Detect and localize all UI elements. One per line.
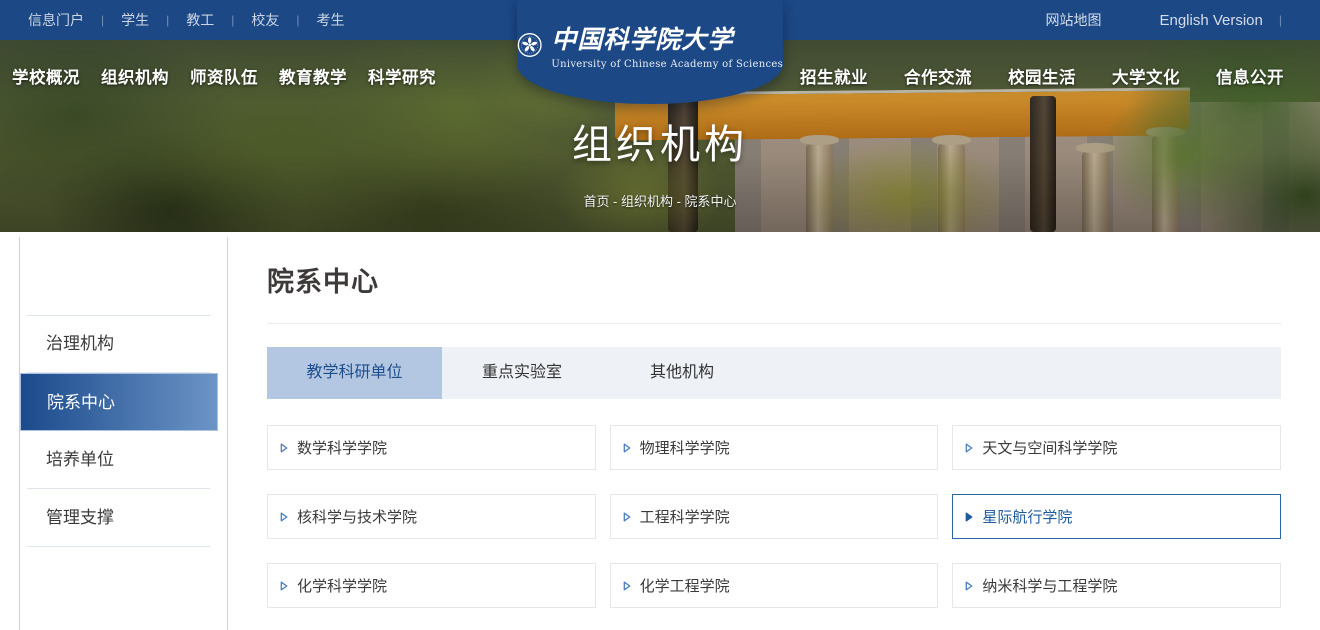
nav-item-left-4[interactable]: 教育教学 bbox=[279, 64, 347, 88]
topbar-link-4[interactable]: 校友 bbox=[251, 10, 279, 30]
dept-card-label: 核科学与技术学院 bbox=[297, 506, 417, 527]
sidebar-item-2[interactable]: 院系中心 bbox=[20, 373, 218, 431]
triangle-arrow-icon bbox=[965, 443, 973, 453]
hero-title: 组织机构 bbox=[0, 112, 1320, 170]
sidebar-divider-line bbox=[227, 237, 228, 630]
sidebar-item-3[interactable]: 培养单位 bbox=[20, 431, 218, 489]
triangle-arrow-icon bbox=[965, 581, 973, 591]
dept-card-8[interactable]: 化学工程学院 bbox=[610, 563, 939, 608]
dept-card-6-selected[interactable]: 星际航行学院 bbox=[952, 494, 1281, 539]
dept-card-4[interactable]: 核科学与技术学院 bbox=[267, 494, 596, 539]
dept-card-label: 化学科学学院 bbox=[297, 575, 387, 596]
dept-card-2[interactable]: 物理科学学院 bbox=[610, 425, 939, 470]
nav-item-right-1[interactable]: 招生就业 bbox=[800, 64, 868, 88]
dept-card-label: 化学工程学院 bbox=[640, 575, 730, 596]
main-nav-left: 学校概况组织机构师资队伍教育教学科学研究 bbox=[12, 64, 436, 88]
breadcrumb[interactable]: 首页 - 组织机构 - 院系中心 bbox=[0, 191, 1320, 210]
dept-card-1[interactable]: 数学科学学院 bbox=[267, 425, 596, 470]
nav-item-left-3[interactable]: 师资队伍 bbox=[190, 64, 258, 88]
dept-card-label: 纳米科学与工程学院 bbox=[982, 575, 1117, 596]
topbar-right-link-1[interactable]: 网站地图 bbox=[1045, 10, 1101, 30]
separator: | bbox=[166, 13, 169, 27]
dept-card-5[interactable]: 工程科学学院 bbox=[610, 494, 939, 539]
logo-subtitle: University of Chinese Academy of Science… bbox=[551, 59, 783, 70]
nav-item-right-2[interactable]: 合作交流 bbox=[904, 64, 972, 88]
separator: | bbox=[296, 13, 299, 27]
topbar-link-2[interactable]: 学生 bbox=[121, 10, 149, 30]
topbar-link-1[interactable]: 信息门户 bbox=[28, 10, 84, 30]
main-nav-right: 招生就业 合作交流 校园生活 大学文化 信息公开 bbox=[800, 64, 1284, 88]
triangle-arrow-icon bbox=[280, 581, 288, 591]
tab-1[interactable]: 教学科研单位 bbox=[267, 347, 442, 399]
tab-bar: 教学科研单位重点实验室其他机构 bbox=[267, 347, 1281, 399]
topbar-link-3[interactable]: 教工 bbox=[186, 10, 214, 30]
dept-card-label: 工程科学学院 bbox=[640, 506, 730, 527]
triangle-arrow-icon bbox=[623, 443, 631, 453]
triangle-arrow-icon bbox=[623, 512, 631, 522]
content-area: 治理机构院系中心培养单位管理支撑 院系中心 教学科研单位重点实验室其他机构 数学… bbox=[0, 232, 1320, 630]
triangle-arrow-icon bbox=[623, 581, 631, 591]
separator: | bbox=[101, 13, 104, 27]
nav-item-left-1[interactable]: 学校概况 bbox=[12, 64, 80, 88]
title-divider bbox=[267, 323, 1281, 324]
separator: | bbox=[1279, 13, 1282, 27]
topbar-link-5[interactable]: 考生 bbox=[317, 10, 345, 30]
nav-item-right-4[interactable]: 大学文化 bbox=[1112, 64, 1180, 88]
department-grid: 数学科学学院 物理科学学院 天文与空间科学学院核科学与技术学院 工程科学学院 星际航行学… bbox=[267, 425, 1281, 608]
triangle-arrow-icon bbox=[280, 443, 288, 453]
nav-item-left-5[interactable]: 科学研究 bbox=[368, 64, 436, 88]
logo-title: 中国科学院大学 bbox=[551, 20, 783, 56]
nav-item-right-3[interactable]: 校园生活 bbox=[1008, 64, 1076, 88]
nav-item-left-2[interactable]: 组织机构 bbox=[101, 64, 169, 88]
topbar-right-links: 网站地图 English Version | bbox=[1045, 10, 1320, 30]
separator: | bbox=[231, 13, 234, 27]
sidebar-item-4[interactable]: 管理支撑 bbox=[20, 489, 218, 547]
sidebar-item-1[interactable]: 治理机构 bbox=[20, 315, 218, 373]
dept-card-label: 物理科学学院 bbox=[640, 437, 730, 458]
dept-card-label: 数学科学学院 bbox=[297, 437, 387, 458]
tab-3[interactable]: 其他机构 bbox=[602, 347, 762, 399]
dept-card-label: 星际航行学院 bbox=[982, 506, 1072, 527]
dept-card-9[interactable]: 纳米科学与工程学院 bbox=[952, 563, 1281, 608]
main-panel: 院系中心 教学科研单位重点实验室其他机构 数学科学学院 物理科学学院 天文与空间科学… bbox=[267, 260, 1281, 608]
triangle-arrow-icon bbox=[965, 512, 973, 522]
ucas-emblem-icon bbox=[517, 22, 542, 68]
page-title: 院系中心 bbox=[267, 260, 1281, 299]
topbar-right-link-2[interactable]: English Version bbox=[1159, 12, 1262, 29]
dept-card-7[interactable]: 化学科学学院 bbox=[267, 563, 596, 608]
page: 信息门户 | 学生 | 教工 | 校友 | 考生 网站地图 English Version | 学校… bbox=[0, 0, 1320, 630]
nav-item-right-5[interactable]: 信息公开 bbox=[1216, 64, 1284, 88]
topbar-links: 信息门户 | 学生 | 教工 | 校友 | 考生 bbox=[0, 10, 345, 30]
tab-2[interactable]: 重点实验室 bbox=[442, 347, 602, 399]
sidebar-menu: 治理机构院系中心培养单位管理支撑 bbox=[20, 315, 218, 547]
dept-card-label: 天文与空间科学学院 bbox=[982, 437, 1117, 458]
site-logo[interactable]: 中国科学院大学 University of Chinese Academy of… bbox=[517, 0, 783, 104]
dept-card-3[interactable]: 天文与空间科学学院 bbox=[952, 425, 1281, 470]
triangle-arrow-icon bbox=[280, 512, 288, 522]
